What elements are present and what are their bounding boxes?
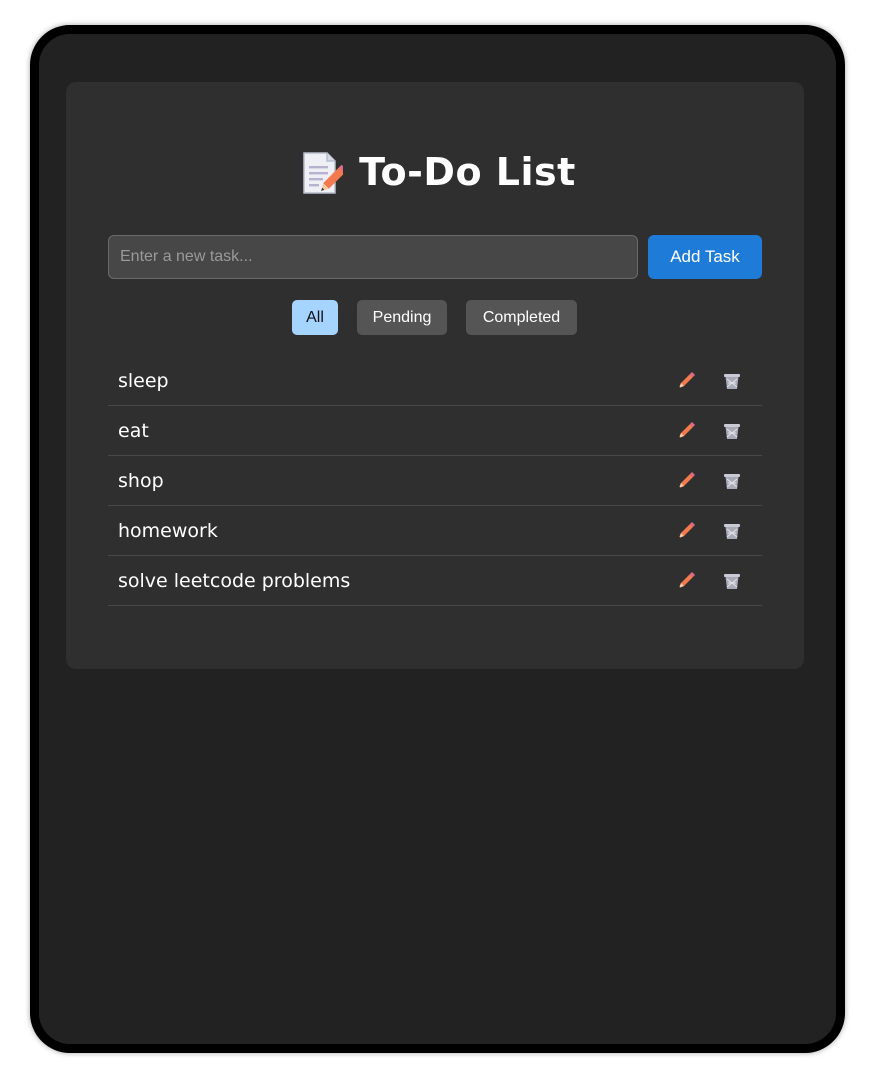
wastebasket-icon <box>724 474 740 489</box>
wastebasket-icon <box>724 424 740 439</box>
wastebasket-icon <box>724 574 740 589</box>
edit-task-button[interactable] <box>674 369 698 393</box>
task-item: homework <box>108 506 762 556</box>
pencil-icon <box>678 372 695 389</box>
pencil-icon <box>678 522 695 539</box>
wastebasket-icon <box>724 524 740 539</box>
title-text: To-Do List <box>359 150 576 194</box>
edit-task-button[interactable] <box>674 519 698 543</box>
new-task-input[interactable] <box>108 235 638 279</box>
filter-pending-button[interactable]: Pending <box>357 300 447 335</box>
task-text: sleep <box>118 369 169 392</box>
delete-task-button[interactable] <box>720 569 744 593</box>
task-list: sleep eat shop homework solve leetcode p… <box>108 356 762 606</box>
edit-task-button[interactable] <box>674 419 698 443</box>
task-text: homework <box>118 519 218 542</box>
pencil-icon <box>678 572 695 589</box>
task-item: eat <box>108 406 762 456</box>
task-item: solve leetcode problems <box>108 556 762 606</box>
pencil-icon <box>678 422 695 439</box>
wastebasket-icon <box>724 374 740 389</box>
delete-task-button[interactable] <box>720 519 744 543</box>
task-item: shop <box>108 456 762 506</box>
edit-task-button[interactable] <box>674 569 698 593</box>
task-item: sleep <box>108 356 762 406</box>
filter-all-button[interactable]: All <box>292 300 338 335</box>
edit-task-button[interactable] <box>674 469 698 493</box>
add-task-button[interactable]: Add Task <box>648 235 762 279</box>
task-text: eat <box>118 419 149 442</box>
filter-completed-button[interactable]: Completed <box>466 300 577 335</box>
page-title: To-Do List <box>0 150 877 194</box>
delete-task-button[interactable] <box>720 419 744 443</box>
pencil-icon <box>678 472 695 489</box>
memo-icon <box>303 152 344 194</box>
task-text: shop <box>118 469 164 492</box>
delete-task-button[interactable] <box>720 469 744 493</box>
delete-task-button[interactable] <box>720 369 744 393</box>
task-text: solve leetcode problems <box>118 569 351 592</box>
